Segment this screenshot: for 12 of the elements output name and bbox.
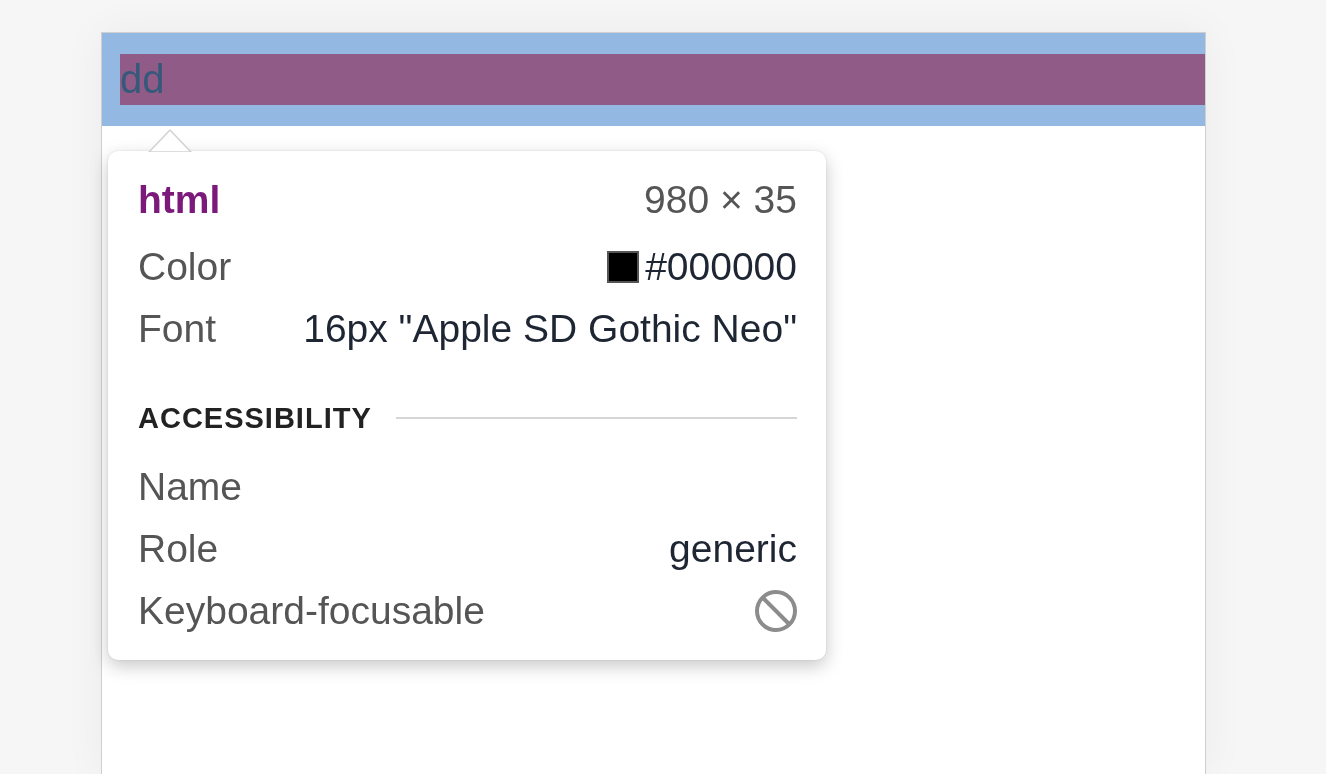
property-value: 16px "Apple SD Gothic Neo" — [303, 307, 797, 351]
element-size: 980 × 35 — [644, 178, 797, 222]
property-label: Role — [138, 527, 219, 571]
property-value: #000000 — [645, 245, 797, 289]
property-label: Name — [138, 465, 243, 509]
property-value: generic — [669, 527, 797, 571]
property-label: Keyboard-focusable — [138, 589, 485, 633]
property-label: Font — [138, 307, 217, 351]
element-tag: html — [138, 178, 221, 222]
page-text: dd — [120, 56, 165, 103]
section-title: ACCESSIBILITY — [138, 401, 372, 435]
property-label: Color — [138, 245, 232, 289]
